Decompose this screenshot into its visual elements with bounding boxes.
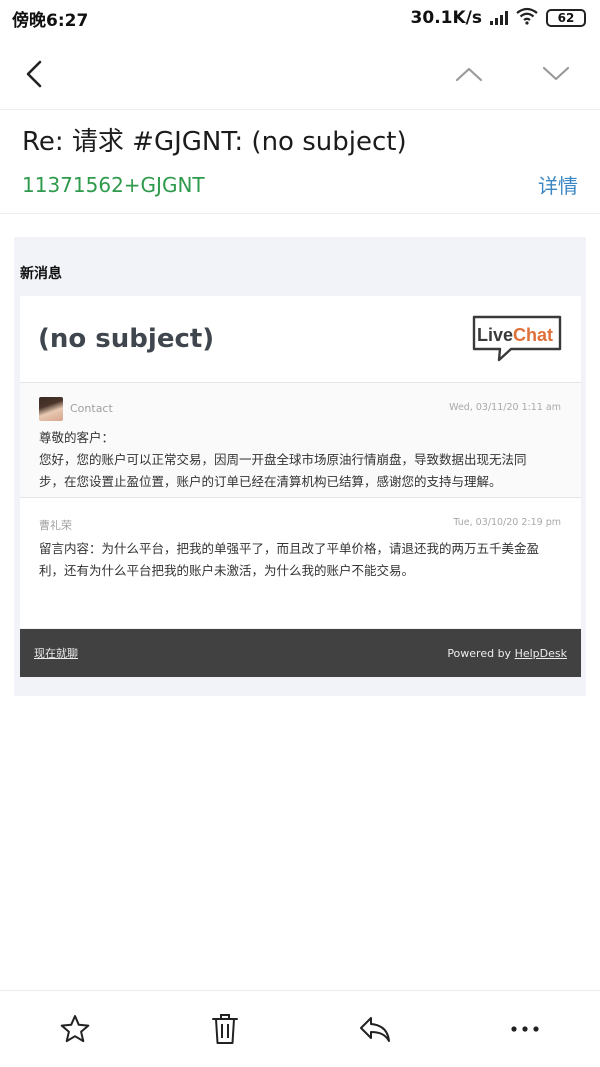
chevron-down-icon[interactable]	[536, 54, 576, 94]
helpdesk-link[interactable]: HelpDesk	[515, 647, 567, 660]
avatar	[39, 397, 63, 421]
status-bar: 傍晚6:27 30.1K/s 62	[0, 0, 600, 36]
email-sender[interactable]: 11371562+GJGNT	[22, 173, 205, 197]
message-sender: 曹礼荣	[39, 519, 72, 532]
message-sender: Contact	[70, 402, 113, 415]
more-icon[interactable]	[495, 999, 555, 1059]
status-indicators: 30.1K/s 62	[411, 7, 586, 30]
svg-text:Chat: Chat	[513, 325, 553, 345]
back-arrow-icon[interactable]	[14, 54, 54, 94]
star-icon[interactable]	[45, 999, 105, 1059]
battery-icon: 62	[546, 9, 586, 27]
message-time: Tue, 03/10/20 2:19 pm	[453, 517, 561, 528]
signal-icon	[490, 11, 508, 25]
powered-by: Powered by HelpDesk	[447, 647, 567, 660]
email-body: 新消息 (no subject) Live Chat Contact Wed, …	[14, 237, 586, 696]
message-item: Contact Wed, 03/11/20 1:11 am 尊敬的客户： 您好，…	[20, 383, 581, 498]
email-footer: 现在就聊 Powered by HelpDesk	[20, 629, 581, 677]
message-line: 您好，您的账户可以正常交易，因周一开盘全球市场原油行情崩盘，导致数据出现无法同	[39, 452, 527, 467]
reply-icon[interactable]	[345, 999, 405, 1059]
message-time: Wed, 03/11/20 1:11 am	[449, 402, 561, 413]
email-meta: 11371562+GJGNT 详情	[22, 170, 578, 199]
top-nav	[0, 36, 600, 110]
message-line: 留言内容：为什么平台，把我的单强平了，而且改了平单价格，请退还我的两万五千美金盈	[39, 541, 540, 556]
card-header: (no subject) Live Chat	[20, 296, 581, 383]
message-line: 尊敬的客户：	[39, 430, 115, 445]
powered-by-text: Powered by	[447, 646, 512, 660]
chat-now-link[interactable]: 现在就聊	[34, 645, 78, 661]
message-body: 留言内容：为什么平台，把我的单强平了，而且改了平单价格，请退还我的两万五千美金盈…	[39, 538, 564, 582]
battery-level: 62	[557, 11, 575, 25]
message-line: 利，还有为什么平台把我的账户未激活，为什么我的账户不能交易。	[39, 563, 415, 578]
status-time: 傍晚6:27	[12, 10, 89, 31]
email-subject: Re: 请求 #GJGNT: (no subject)	[22, 127, 407, 157]
details-link[interactable]: 详情	[538, 170, 578, 199]
bottom-toolbar	[0, 990, 600, 1067]
message-line: 步，在您设置止盈位置，账户的订单已经在清算机构已结算，感谢您的支持与理解。	[39, 474, 502, 489]
section-label: 新消息	[20, 266, 62, 282]
livechat-logo: Live Chat	[471, 314, 563, 368]
svg-text:Live: Live	[477, 325, 513, 345]
message-body: 尊敬的客户： 您好，您的账户可以正常交易，因周一开盘全球市场原油行情崩盘，导致数…	[39, 427, 564, 493]
message-item: 曹礼荣 Tue, 03/10/20 2:19 pm 留言内容：为什么平台，把我的…	[20, 498, 581, 628]
card-title: (no subject)	[38, 324, 215, 354]
chevron-up-icon[interactable]	[449, 54, 489, 94]
wifi-icon	[516, 7, 538, 30]
message-card: (no subject) Live Chat Contact Wed, 03/1…	[20, 296, 581, 628]
network-speed: 30.1K/s	[410, 8, 482, 28]
email-header: Re: 请求 #GJGNT: (no subject) 11371562+GJG…	[0, 110, 600, 214]
trash-icon[interactable]	[195, 999, 255, 1059]
